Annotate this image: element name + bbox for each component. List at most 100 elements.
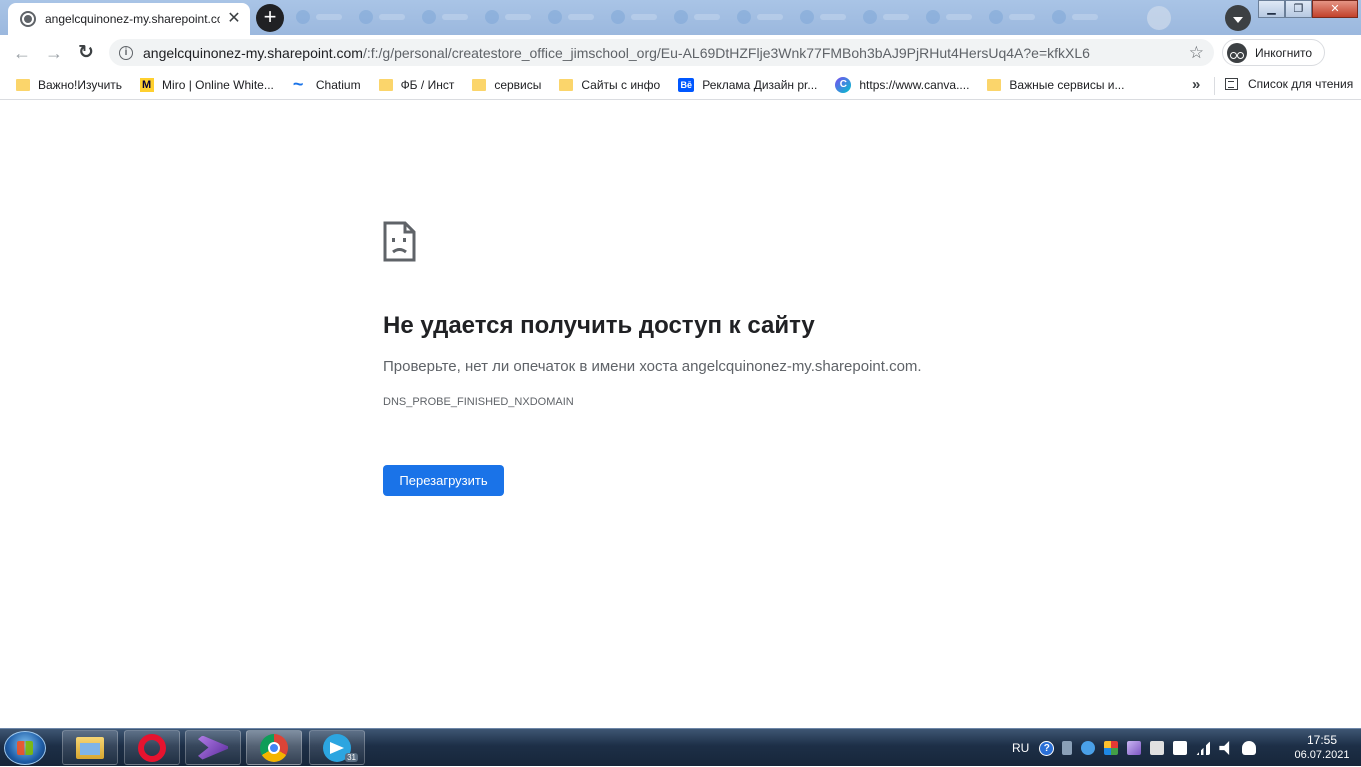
- background-tab[interactable]: [796, 7, 859, 27]
- reload-page-button[interactable]: Перезагрузить: [383, 465, 504, 496]
- update-icon[interactable]: [1081, 741, 1096, 755]
- background-tab[interactable]: [1048, 7, 1111, 27]
- folder-icon: [16, 78, 30, 91]
- background-tab[interactable]: [859, 7, 922, 27]
- background-tab[interactable]: [355, 7, 418, 27]
- background-tab[interactable]: [481, 7, 544, 27]
- browser-toolbar: ← → ↻ i angelcquinonez-my.sharepoint.com…: [0, 35, 1361, 70]
- cloud-icon[interactable]: [1242, 741, 1257, 755]
- error-title: Не удается получить доступ к сайту: [383, 312, 815, 339]
- explorer-icon: [76, 736, 104, 759]
- flag-icon[interactable]: [1150, 741, 1165, 755]
- bookmarks-overflow-icon[interactable]: »: [1192, 76, 1200, 93]
- forward-button[interactable]: →: [42, 41, 66, 65]
- taskbar-opera[interactable]: [124, 730, 180, 765]
- incognito-icon: [1227, 42, 1247, 63]
- bookmark-item[interactable]: Важно!Изучить: [16, 78, 122, 92]
- miro-icon: [140, 77, 155, 92]
- bookmark-item[interactable]: C https://www.canva....: [835, 76, 970, 93]
- taskbar-explorer[interactable]: [62, 730, 118, 765]
- taskbar-visual-studio[interactable]: [185, 730, 241, 765]
- start-button[interactable]: [4, 731, 46, 765]
- background-tab[interactable]: [670, 7, 733, 27]
- bookmark-label: сервисы: [494, 77, 542, 92]
- taskbar-chrome[interactable]: [246, 730, 302, 765]
- clock-date: 06.07.2021: [1294, 749, 1350, 761]
- globe-icon: [20, 11, 36, 27]
- close-window-button[interactable]: ✕: [1312, 0, 1358, 18]
- profile-icon[interactable]: [1147, 6, 1171, 30]
- opera-icon: [138, 733, 166, 762]
- display-icon[interactable]: [1062, 741, 1073, 755]
- pen-icon[interactable]: [1127, 741, 1142, 755]
- divider: [1214, 77, 1215, 95]
- volume-icon[interactable]: [1219, 741, 1230, 755]
- reading-list-icon: [1225, 78, 1238, 90]
- tab-active[interactable]: angelcquinonez-my.sharepoint.com ✕: [8, 3, 250, 35]
- reload-button[interactable]: ↻: [74, 41, 98, 65]
- chrome-icon: [260, 733, 288, 762]
- background-tab[interactable]: [544, 7, 607, 27]
- chatium-icon: [292, 74, 308, 95]
- tab-search-icon[interactable]: [1225, 5, 1251, 31]
- language-indicator[interactable]: RU: [1012, 741, 1029, 755]
- bookmark-item[interactable]: Miro | Online White...: [140, 77, 274, 92]
- reading-list-label: Список для чтения: [1248, 77, 1354, 91]
- bookmarks-bar: Важно!Изучить Miro | Online White... Cha…: [0, 70, 1361, 100]
- background-tabs: [292, 7, 1111, 27]
- bookmark-label: ФБ / Инст: [400, 77, 455, 92]
- background-tab[interactable]: [733, 7, 796, 27]
- info-icon[interactable]: i: [119, 45, 133, 60]
- telegram-badge: 31: [345, 753, 358, 762]
- app-tray-icon[interactable]: [1104, 741, 1119, 755]
- bookmark-label: Важно!Изучить: [38, 77, 123, 92]
- bookmark-item[interactable]: Сайты с инфо: [559, 78, 660, 92]
- background-tab[interactable]: [418, 7, 481, 27]
- maximize-button[interactable]: ❐: [1285, 0, 1312, 18]
- bookmark-item[interactable]: сервисы: [472, 78, 541, 92]
- network-icon[interactable]: [1196, 741, 1211, 755]
- bookmark-label: Важные сервисы и...: [1009, 77, 1125, 92]
- tab-title: angelcquinonez-my.sharepoint.com: [45, 12, 220, 26]
- clock-time: 17:55: [1306, 733, 1338, 747]
- error-code[interactable]: DNS_PROBE_FINISHED_NXDOMAIN: [383, 396, 574, 408]
- address-bar[interactable]: i angelcquinonez-my.sharepoint.com/:f:/g…: [109, 39, 1214, 66]
- bookmark-label: Сайты с инфо: [581, 77, 661, 92]
- incognito-label: Инкогнито: [1255, 45, 1313, 60]
- bookmark-item[interactable]: Bē Реклама Дизайн pr...: [678, 77, 818, 92]
- broken-page-icon: [383, 221, 416, 262]
- url-path: /:f:/g/personal/createstore_office_jimsc…: [362, 44, 1090, 61]
- background-tab[interactable]: [607, 7, 670, 27]
- bookmark-item[interactable]: Chatium: [292, 74, 361, 95]
- url-host: angelcquinonez-my.sharepoint.com: [143, 44, 363, 61]
- bookmark-star-icon[interactable]: ☆: [1189, 43, 1204, 63]
- reading-list-button[interactable]: Список для чтения: [1225, 77, 1353, 91]
- bookmark-item[interactable]: ФБ / Инст: [378, 77, 455, 92]
- windows-taskbar: 31 RU ? 17:55 06.07.2021: [0, 728, 1361, 766]
- background-tab[interactable]: [985, 7, 1048, 27]
- folder-icon: [472, 78, 487, 91]
- bookmark-label: Реклама Дизайн pr...: [702, 77, 818, 92]
- background-tab[interactable]: [922, 7, 985, 27]
- url-text[interactable]: angelcquinonez-my.sharepoint.com/:f:/g/p…: [143, 45, 1090, 61]
- folder-icon: [378, 78, 393, 91]
- folder-icon: [987, 78, 1002, 91]
- background-tab[interactable]: [292, 7, 355, 27]
- clock[interactable]: 17:55 06.07.2021: [1290, 733, 1354, 763]
- taskbar-telegram[interactable]: 31: [309, 730, 365, 765]
- bookmark-item[interactable]: Важные сервисы и...: [987, 78, 1124, 92]
- minimize-button[interactable]: ▁: [1258, 0, 1285, 18]
- window-controls: ▁ ❐ ✕: [1258, 0, 1358, 18]
- canva-icon: C: [835, 76, 852, 93]
- folder-icon: [559, 78, 574, 91]
- visual-studio-icon: [198, 735, 228, 760]
- new-tab-button[interactable]: +: [256, 4, 284, 32]
- back-button[interactable]: ←: [10, 41, 34, 65]
- tab-strip: angelcquinonez-my.sharepoint.com ✕ + ▁ ❐…: [0, 0, 1361, 35]
- device-icon[interactable]: [1173, 741, 1188, 755]
- bookmark-label: Chatium: [315, 77, 361, 92]
- bookmark-label: https://www.canva....: [859, 77, 970, 92]
- close-icon[interactable]: ✕: [226, 11, 242, 27]
- incognito-indicator[interactable]: Инкогнито: [1222, 39, 1326, 66]
- help-icon[interactable]: ?: [1039, 740, 1055, 756]
